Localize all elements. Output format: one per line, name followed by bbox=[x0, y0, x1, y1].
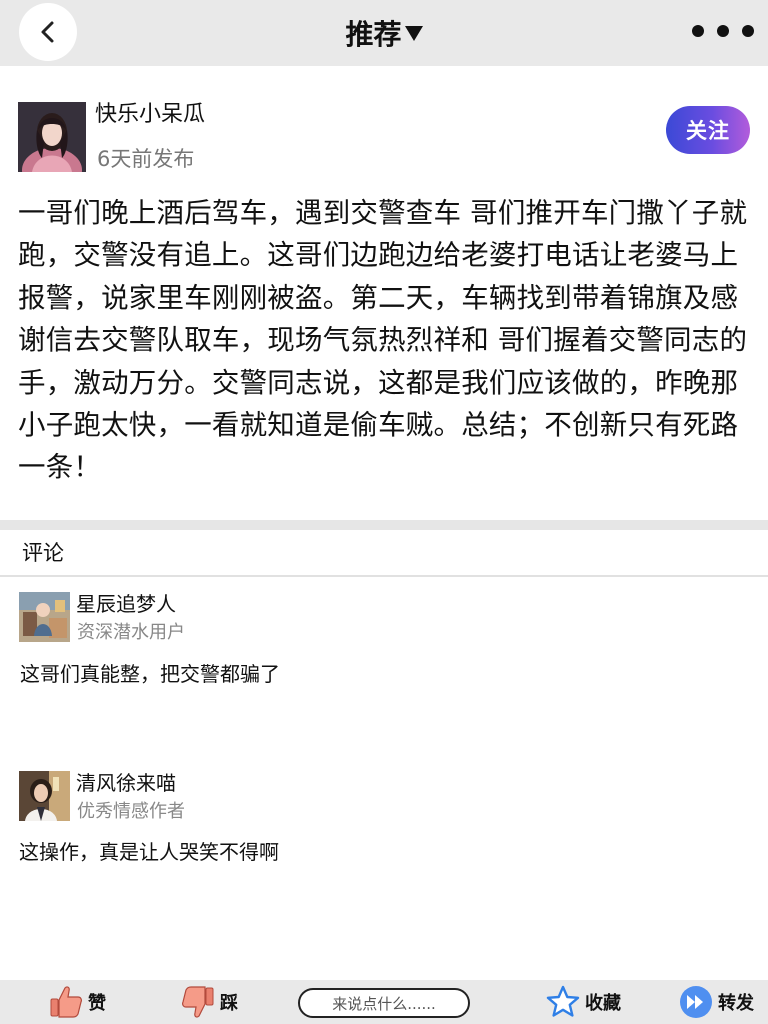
caret-down-icon bbox=[404, 25, 423, 41]
more-dot-icon bbox=[692, 25, 704, 37]
author-avatar[interactable] bbox=[18, 102, 86, 172]
post-time: 6天前发布 bbox=[97, 147, 195, 171]
back-button[interactable] bbox=[19, 3, 77, 61]
dislike-label: 踩 bbox=[220, 993, 238, 1014]
section-divider bbox=[0, 520, 768, 530]
dislike-button[interactable]: 踩 bbox=[180, 980, 238, 1024]
commenter-avatar[interactable] bbox=[19, 592, 70, 642]
follow-button[interactable]: 关注 bbox=[666, 106, 750, 154]
share-label: 转发 bbox=[718, 993, 754, 1014]
comments-heading: 评论 bbox=[22, 541, 64, 565]
favorite-label: 收藏 bbox=[585, 993, 621, 1014]
page-title: 推荐 bbox=[345, 18, 402, 51]
like-label: 赞 bbox=[88, 993, 106, 1014]
comment-input[interactable]: 来说点什么...... bbox=[298, 988, 470, 1018]
commenter-name[interactable]: 清风徐来喵 bbox=[76, 770, 176, 796]
post-content: 一哥们晚上酒后驾车，遇到交警查车 哥们推开车门撒丫子就跑，交警没有追上。这哥们边… bbox=[18, 197, 748, 484]
top-bar: 推荐 bbox=[0, 0, 768, 66]
commenter-avatar[interactable] bbox=[19, 771, 70, 821]
star-icon bbox=[546, 985, 580, 1017]
thumbs-up-icon bbox=[50, 986, 82, 1018]
commenter-name[interactable]: 星辰追梦人 bbox=[76, 591, 176, 617]
more-options-button[interactable] bbox=[692, 18, 754, 44]
comment-text: 这哥们真能整，把交警都骗了 bbox=[20, 662, 280, 686]
author-name[interactable]: 快乐小呆瓜 bbox=[95, 100, 205, 130]
commenter-role: 资深潜水用户 bbox=[77, 622, 185, 643]
share-button[interactable]: 转发 bbox=[678, 980, 754, 1024]
divider-line bbox=[0, 575, 768, 577]
more-dot-icon bbox=[717, 25, 729, 37]
feed-selector[interactable]: 推荐 bbox=[345, 13, 423, 53]
thumbs-down-icon bbox=[182, 986, 214, 1018]
app-root: 推荐 快乐小呆瓜 6天前发布 关注 一哥们晚上酒后驾车，遇到交警查车 哥们推开车… bbox=[0, 0, 768, 1024]
favorite-button[interactable]: 收藏 bbox=[545, 980, 621, 1024]
more-dot-icon bbox=[742, 25, 754, 37]
forward-icon bbox=[680, 986, 712, 1018]
comment-text: 这操作，真是让人哭笑不得啊 bbox=[19, 840, 279, 864]
commenter-role: 优秀情感作者 bbox=[77, 801, 185, 822]
chevron-left-icon bbox=[41, 21, 54, 43]
like-button[interactable]: 赞 bbox=[48, 980, 106, 1024]
